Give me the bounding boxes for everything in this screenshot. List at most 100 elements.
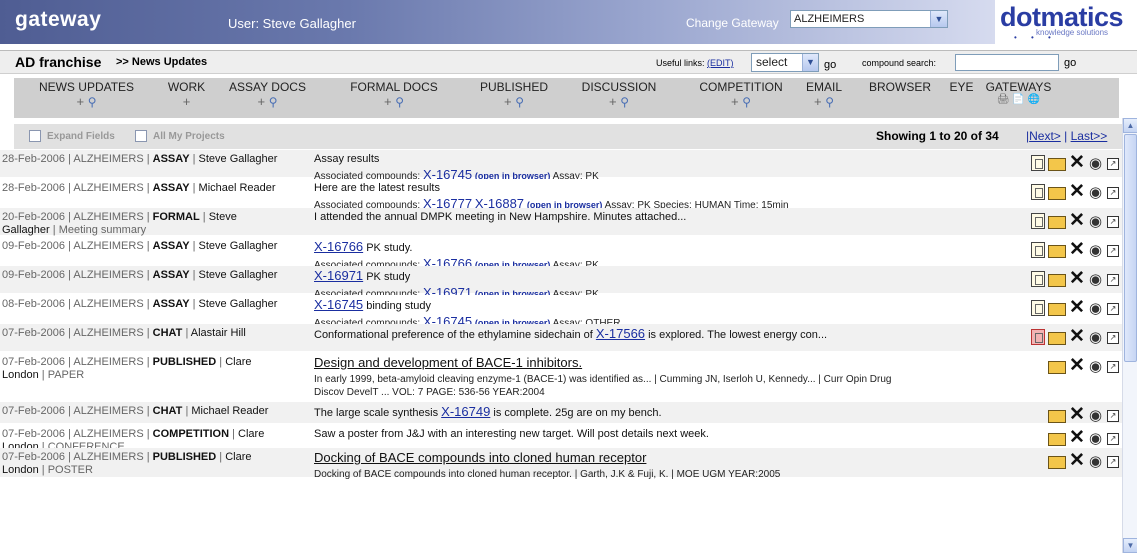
open-folder-icon[interactable] [1048,158,1066,171]
open-folder-icon[interactable] [1048,245,1066,258]
compound-link[interactable]: X-17566 [596,326,645,341]
open-folder-icon[interactable] [1048,216,1066,229]
eye-icon[interactable]: ◉ [1089,453,1102,470]
popout-icon[interactable]: ↗ [1107,361,1119,373]
delete-icon[interactable]: ✕ [1069,182,1085,201]
eye-icon[interactable]: ◉ [1089,242,1102,259]
popout-icon[interactable]: ↗ [1107,410,1119,422]
expand-fields-checkbox[interactable] [29,130,41,142]
eye-icon[interactable]: ◉ [1089,358,1102,375]
add-search-icons[interactable]: + ⚲ [220,94,315,109]
scroll-down-icon[interactable]: ▼ [1123,538,1137,553]
search-icon[interactable]: ⚲ [515,95,524,109]
open-folder-icon[interactable] [1048,187,1066,200]
chevron-down-icon[interactable]: ▼ [930,11,947,27]
compound-search-go-button[interactable]: go [1064,57,1076,69]
scroll-up-icon[interactable]: ▲ [1123,118,1137,133]
popout-icon[interactable]: ↗ [1107,303,1119,315]
document-icon[interactable] [1031,213,1045,229]
eye-icon[interactable]: ◉ [1089,329,1102,346]
delete-icon[interactable]: ✕ [1069,240,1085,259]
next-page-link[interactable]: Next> [1029,129,1061,143]
search-icon[interactable]: ⚲ [88,95,97,109]
globe-icon[interactable]: 🌐 [1028,94,1040,105]
popout-icon[interactable]: ↗ [1107,433,1119,445]
tab-email[interactable]: EMAIL + ⚲ [800,78,848,118]
open-folder-icon[interactable] [1048,303,1066,316]
delete-icon[interactable]: ✕ [1069,356,1085,375]
gateway-select[interactable]: ALZHEIMERS ▼ [790,10,948,28]
eye-icon[interactable]: ◉ [1089,213,1102,230]
search-icon[interactable]: ⚲ [825,95,834,109]
tab-competition[interactable]: COMPETITION + ⚲ [686,78,796,118]
open-folder-icon[interactable] [1048,332,1066,345]
add-search-icons[interactable]: + ⚲ [14,94,159,109]
attachment-icon[interactable] [1031,242,1045,258]
chevron-down-icon[interactable]: ▼ [802,54,818,71]
attachment-icon[interactable] [1031,271,1045,287]
eye-icon[interactable]: ◉ [1089,300,1102,317]
delete-icon[interactable]: ✕ [1069,428,1085,447]
delete-icon[interactable]: ✕ [1069,298,1085,317]
eye-icon[interactable]: ◉ [1089,155,1102,172]
add-search-icons[interactable]: + ⚲ [686,94,796,109]
popout-icon[interactable]: ↗ [1107,456,1119,468]
eye-icon[interactable]: ◉ [1089,184,1102,201]
print-icon[interactable]: 🖨 [997,94,1010,105]
search-icon[interactable]: ⚲ [269,95,278,109]
image-icon[interactable] [1031,329,1045,345]
popout-icon[interactable]: ↗ [1107,158,1119,170]
tab-assay-docs[interactable]: ASSAY DOCS + ⚲ [220,78,315,118]
add-search-icons[interactable]: + ⚲ [569,94,669,109]
compound-link[interactable]: X-16971 [314,268,363,283]
all-projects-checkbox[interactable] [135,130,147,142]
popout-icon[interactable]: ↗ [1107,332,1119,344]
open-folder-icon[interactable] [1048,433,1066,446]
compound-search-input[interactable] [955,54,1059,71]
item-headline-link[interactable]: Docking of BACE compounds into cloned hu… [314,450,646,465]
eye-icon[interactable]: ◉ [1089,407,1102,424]
tab-published[interactable]: PUBLISHED + ⚲ [469,78,559,118]
tab-formal-docs[interactable]: FORMAL DOCS + ⚲ [334,78,454,118]
open-folder-icon[interactable] [1048,456,1066,469]
tab-browser[interactable]: BROWSER [860,78,940,118]
last-page-link[interactable]: Last>> [1071,129,1108,143]
delete-icon[interactable]: ✕ [1069,211,1085,230]
item-headline-link[interactable]: Design and development of BACE-1 inhibit… [314,355,582,370]
search-icon[interactable]: ⚲ [620,95,629,109]
delete-icon[interactable]: ✕ [1069,327,1085,346]
open-folder-icon[interactable] [1048,274,1066,287]
delete-icon[interactable]: ✕ [1069,451,1085,470]
compound-link[interactable]: X-16766 [314,239,363,254]
add-search-icons[interactable]: + ⚲ [800,94,848,109]
open-folder-icon[interactable] [1048,361,1066,374]
eye-icon[interactable]: ◉ [1089,271,1102,288]
eye-icon[interactable]: ◉ [1089,430,1102,447]
popout-icon[interactable]: ↗ [1107,245,1119,257]
attachment-icon[interactable] [1031,155,1045,171]
tab-discussion[interactable]: DISCUSSION + ⚲ [569,78,669,118]
popout-icon[interactable]: ↗ [1107,274,1119,286]
attachment-icon[interactable] [1031,184,1045,200]
gateway-tools-icons[interactable]: 🖨 📄 🌐 [976,94,1061,105]
compound-link[interactable]: X-16745 [314,297,363,312]
delete-icon[interactable]: ✕ [1069,269,1085,288]
add-search-icons[interactable]: + ⚲ [469,94,559,109]
useful-links-select[interactable]: select ▼ [751,53,819,72]
tab-work[interactable]: WORK + [164,78,209,118]
tab-news-updates[interactable]: NEWS UPDATES + ⚲ [14,78,159,118]
search-icon[interactable]: ⚲ [742,95,751,109]
go-button[interactable]: go [824,59,836,71]
edit-links-link[interactable]: (EDIT) [707,58,734,68]
document-icon[interactable]: 📄 [1012,94,1024,105]
delete-icon[interactable]: ✕ [1069,405,1085,424]
compound-link[interactable]: X-16749 [441,404,490,419]
tab-eye[interactable]: EYE [944,78,979,118]
tab-gateways[interactable]: GATEWAYS 🖨 📄 🌐 [976,78,1061,118]
add-search-icons[interactable]: + ⚲ [334,94,454,109]
popout-icon[interactable]: ↗ [1107,187,1119,199]
vertical-scrollbar[interactable]: ▲ ▼ [1122,118,1137,553]
delete-icon[interactable]: ✕ [1069,153,1085,172]
text-icon[interactable] [1031,300,1045,316]
add-icon[interactable]: + [164,94,209,109]
